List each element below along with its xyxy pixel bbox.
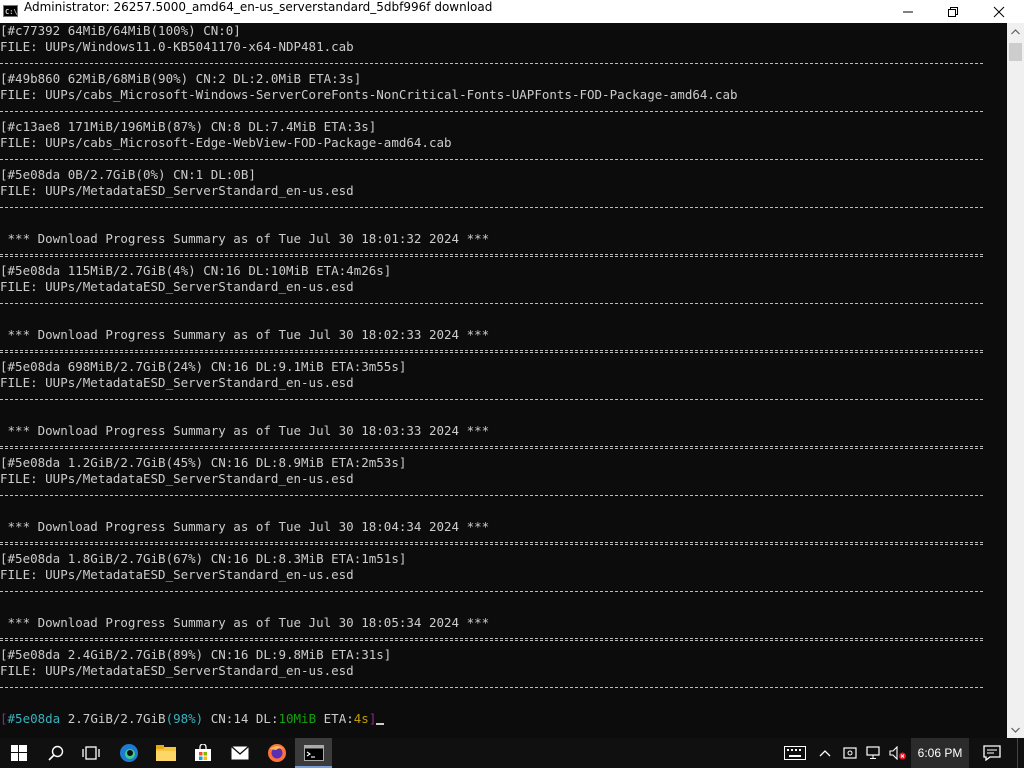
console-line: FILE: UUPs/cabs_Microsoft-Edge-WebView-F…	[0, 135, 452, 150]
console-line: FILE: UUPs/MetadataESD_ServerStandard_en…	[0, 279, 354, 294]
command-prompt-taskbar-button[interactable]	[295, 738, 332, 768]
console-line: [#5e08da 1.2GiB/2.7GiB(45%) CN:16 DL:8.9…	[0, 455, 407, 470]
command-prompt-icon: C:\	[3, 5, 18, 17]
title-bar[interactable]: C:\ Administrator: 26257.5000_amd64_en-u…	[0, 0, 1024, 24]
summary-heading: *** Download Progress Summary as of Tue …	[0, 327, 490, 342]
separator	[0, 542, 983, 545]
meet-now-button[interactable]	[838, 738, 862, 768]
status-cn: CN:14 DL:	[203, 711, 279, 726]
separator	[0, 63, 983, 64]
meet-now-icon	[843, 747, 857, 759]
status-eta-label: ETA:	[316, 711, 354, 726]
scroll-up-arrow-icon	[1011, 28, 1020, 34]
firefox-icon	[267, 744, 286, 762]
minimize-button[interactable]	[885, 0, 931, 23]
start-icon	[10, 745, 27, 761]
separator	[0, 254, 983, 257]
vertical-scrollbar[interactable]	[1007, 23, 1024, 738]
chevron-up-icon	[819, 750, 831, 757]
edge-icon	[119, 744, 138, 762]
console-line: FILE: UUPs/MetadataESD_ServerStandard_en…	[0, 567, 354, 582]
status-gid: #5e08da	[7, 711, 61, 726]
taskbar-clock[interactable]: 6:06 PM	[911, 738, 969, 768]
scroll-up-button[interactable]	[1007, 23, 1024, 40]
mail-button[interactable]	[221, 738, 258, 768]
close-icon	[993, 6, 1005, 17]
mail-icon	[230, 746, 249, 760]
console-line: FILE: UUPs/MetadataESD_ServerStandard_en…	[0, 375, 354, 390]
search-button[interactable]	[37, 738, 74, 768]
text-cursor	[376, 723, 385, 725]
console-line: [#c77392 64MiB/64MiB(100%) CN:0]	[0, 23, 241, 38]
console-line: FILE: UUPs/cabs_Microsoft-Windows-Server…	[0, 87, 738, 102]
separator	[0, 638, 983, 641]
keyboard-icon	[784, 746, 806, 760]
search-icon	[47, 745, 63, 761]
maximize-button[interactable]	[930, 0, 976, 23]
file-explorer-button[interactable]	[147, 738, 184, 768]
console-line: FILE: UUPs/MetadataESD_ServerStandard_en…	[0, 663, 354, 678]
separator	[0, 111, 983, 112]
status-bracket-close: ]	[368, 711, 377, 726]
close-button[interactable]	[976, 0, 1022, 23]
status-percent: (98%)	[165, 711, 204, 726]
status-bracket-open: [	[0, 711, 8, 726]
scroll-thumb[interactable]	[1009, 43, 1022, 61]
start-button[interactable]	[0, 738, 37, 768]
action-center-button[interactable]	[974, 738, 1010, 768]
separator	[0, 159, 983, 160]
taskbar: 6:06 PM	[0, 738, 1024, 768]
console-line: [#c13ae8 171MiB/196MiB(87%) CN:8 DL:7.4M…	[0, 119, 377, 134]
console-line: [#5e08da 115MiB/2.7GiB(4%) CN:16 DL:10Mi…	[0, 263, 392, 278]
summary-heading: *** Download Progress Summary as of Tue …	[0, 231, 490, 246]
show-hidden-icons-button[interactable]	[812, 738, 838, 768]
console-line: [#5e08da 2.4GiB/2.7GiB(89%) CN:16 DL:9.8…	[0, 647, 392, 662]
separator	[0, 350, 983, 353]
separator	[0, 446, 983, 449]
console-line: [#5e08da 698MiB/2.7GiB(24%) CN:16 DL:9.1…	[0, 359, 407, 374]
separator	[0, 207, 983, 208]
file-explorer-icon	[155, 745, 176, 761]
separator	[0, 495, 983, 496]
task-view-button[interactable]	[72, 738, 109, 768]
status-line: [#5e08da 2.7GiB/2.7GiB(98%) CN:14 DL:10M…	[0, 711, 1007, 727]
summary-heading: *** Download Progress Summary as of Tue …	[0, 519, 490, 534]
store-icon	[194, 744, 211, 761]
task-view-icon	[81, 746, 100, 760]
separator	[0, 303, 983, 304]
status-eta: 4s	[353, 711, 369, 726]
window-title: Administrator: 26257.5000_amd64_en-us_se…	[24, 0, 493, 14]
console-line: FILE: UUPs/MetadataESD_ServerStandard_en…	[0, 183, 354, 198]
status-progress: 2.7GiB/2.7GiB	[60, 711, 166, 726]
console-line: [#5e08da 0B/2.7GiB(0%) CN:1 DL:0B]	[0, 167, 256, 182]
separator	[0, 399, 983, 400]
network-icon	[866, 746, 880, 759]
firefox-button[interactable]	[258, 738, 295, 768]
console-output[interactable]: [#c77392 64MiB/64MiB(100%) CN:0] FILE: U…	[0, 23, 1007, 738]
minimize-icon	[903, 11, 913, 12]
show-desktop-button[interactable]	[1017, 738, 1024, 768]
console-line: [#49b860 62MiB/68MiB(90%) CN:2 DL:2.0MiB…	[0, 71, 362, 86]
command-prompt-icon	[303, 745, 324, 761]
restore-icon	[948, 6, 958, 17]
summary-heading: *** Download Progress Summary as of Tue …	[0, 423, 490, 438]
store-button[interactable]	[184, 738, 221, 768]
scroll-down-button[interactable]	[1007, 721, 1024, 738]
action-center-icon	[983, 745, 1001, 761]
separator	[0, 591, 983, 592]
console-line: FILE: UUPs/MetadataESD_ServerStandard_en…	[0, 471, 354, 486]
summary-heading: *** Download Progress Summary as of Tue …	[0, 615, 490, 630]
network-button[interactable]	[862, 738, 886, 768]
status-speed: 10MiB	[278, 711, 317, 726]
scroll-down-arrow-icon	[1011, 727, 1020, 733]
separator	[0, 687, 983, 688]
volume-button[interactable]	[886, 738, 910, 768]
console-line: [#5e08da 1.8GiB/2.7GiB(67%) CN:16 DL:8.3…	[0, 551, 407, 566]
console-line: FILE: UUPs/Windows11.0-KB5041170-x64-NDP…	[0, 39, 354, 54]
touch-keyboard-button[interactable]	[778, 738, 812, 768]
edge-button[interactable]	[110, 738, 147, 768]
volume-muted-icon	[889, 746, 906, 760]
